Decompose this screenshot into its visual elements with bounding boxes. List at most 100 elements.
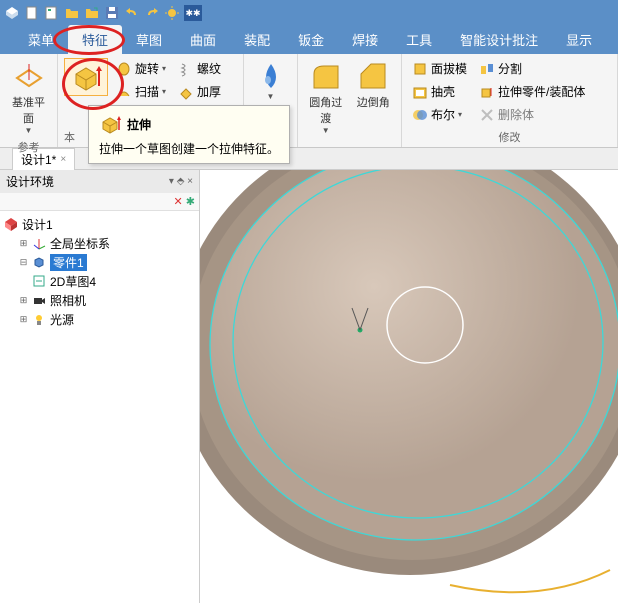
extrude-button[interactable] [64,58,108,96]
tree-camera[interactable]: ⊞ 照相机 [4,291,195,310]
tree-root[interactable]: 设计1 [4,215,195,234]
tab-surface[interactable]: 曲面 [176,25,230,54]
sidebar-pin-controls[interactable]: ▾ ⬘ × [169,176,193,187]
fillet-button[interactable]: 圆角过渡 ▼ [304,58,348,137]
chamfer-label: 边倒角 [357,94,390,110]
viewport-3d[interactable] [200,170,618,603]
part-icon [32,255,47,270]
tab-sheetmetal[interactable]: 钣金 [284,25,338,54]
sidebar-tools[interactable]: ✕ ✱ [0,193,199,211]
chevron-down-icon: ▾ [162,64,166,73]
new-icon[interactable] [24,5,40,21]
sweep-label: 扫描 [135,83,159,100]
model-view [200,170,618,603]
delete-body-icon [479,107,495,123]
datum-plane-label: 基准平面 [9,94,49,126]
group-ref-label: 参考 [6,137,51,155]
sweep-button[interactable]: 扫描 ▾ [112,81,170,102]
face-draft-button[interactable]: 面拔模 [408,58,471,79]
pattern-icon[interactable]: ✱✱ [184,5,202,21]
chevron-down-icon: ▼ [25,126,33,135]
rotate-button[interactable]: 旋转 ▾ [112,58,170,79]
sweep-icon [116,84,132,100]
group-modify-label: 修改 [408,127,611,145]
folder-icon[interactable] [64,5,80,21]
app-icon[interactable] [4,5,20,21]
expander-icon[interactable]: ⊞ [18,238,29,249]
sketch-icon [32,274,47,289]
tab-menu[interactable]: 菜单 [14,25,68,54]
droplet-icon [255,60,287,92]
axis-icon [32,236,47,251]
recent-icon[interactable] [84,5,100,21]
tab-sketch[interactable]: 草图 [122,25,176,54]
sidebar-title: 设计环境 [6,173,54,190]
chevron-down-icon: ▼ [267,92,275,101]
thread-icon [178,61,194,77]
tab-display[interactable]: 显示 [552,25,606,54]
tree-part[interactable]: ⊟ 零件1 [4,253,195,272]
design-icon [4,217,19,232]
expander-icon[interactable]: ⊞ [18,314,29,325]
tooltip-title-text: 拉伸 [127,116,151,133]
tree-sketch[interactable]: 2D草图4 [4,272,195,291]
tree-light-label: 光源 [50,311,74,328]
tooltip-desc: 拉伸一个草图创建一个拉伸特征。 [99,140,279,157]
rotate-icon [116,61,132,77]
chamfer-icon [357,60,389,92]
tab-weld[interactable]: 焊接 [338,25,392,54]
sun-icon[interactable] [164,5,180,21]
tab-feature[interactable]: 特征 [68,25,122,54]
pull-part-button[interactable]: 拉伸零件/装配体 [475,81,589,102]
tree-light[interactable]: ⊞ 光源 [4,310,195,329]
close-icon[interactable]: × [60,154,66,165]
face-draft-icon [412,61,428,77]
rotate-label: 旋转 [135,60,159,77]
redo-icon[interactable] [144,5,160,21]
chevron-down-icon: ▾ [162,87,166,96]
thicken-button[interactable]: 加厚 [174,81,225,102]
shell-label: 抽壳 [431,83,455,100]
thread-button[interactable]: 螺纹 [174,58,225,79]
feature-tree: 设计1 ⊞ 全局坐标系 ⊟ 零件1 2D草图4 ⊞ 照相机 [0,211,199,333]
ribbon-tabs: 菜单 特征 草图 曲面 装配 钣金 焊接 工具 智能设计批注 显示 工程 [0,26,618,54]
delete-body-label: 删除体 [498,106,534,123]
group-reference: 基准平面 ▼ 参考 [0,54,58,147]
thread-label: 螺纹 [197,60,221,77]
tree-root-label: 设计1 [22,216,53,233]
tree-camera-label: 照相机 [50,292,86,309]
chamfer-button[interactable]: 边倒角 [352,58,396,112]
expander-icon[interactable]: ⊞ [18,295,29,306]
tooltip: 拉伸 拉伸一个草图创建一个拉伸特征。 [88,105,290,164]
split-button[interactable]: 分割 [475,58,589,79]
sidebar: 设计环境 ▾ ⬘ × ✕ ✱ 设计1 ⊞ 全局坐标系 ⊟ 零件1 2D [0,170,200,603]
tab-tools[interactable]: 工具 [392,25,446,54]
draft-button[interactable]: ▼ [250,58,291,103]
delete-body-button[interactable]: 删除体 [475,104,589,125]
quick-access-toolbar: ✱✱ [0,0,618,26]
expander-icon[interactable]: ⊟ [18,257,29,268]
pull-part-label: 拉伸零件/装配体 [498,83,585,100]
tab-eng[interactable]: 工程 [606,25,618,54]
bool-label: 布尔 [431,106,455,123]
tree-coord[interactable]: ⊞ 全局坐标系 [4,234,195,253]
chevron-down-icon: ▼ [322,126,330,135]
tree-part-label: 零件1 [50,254,87,271]
shell-button[interactable]: 抽壳 [408,81,471,102]
extrude-icon [99,112,123,136]
fillet-icon [310,60,342,92]
thicken-icon [178,84,194,100]
undo-icon[interactable] [124,5,140,21]
save-icon[interactable] [104,5,120,21]
open-icon[interactable] [44,5,60,21]
datum-plane-button[interactable]: 基准平面 ▼ [7,58,51,137]
datum-plane-icon [13,60,45,92]
extrude-icon [70,61,102,93]
main-area: 设计环境 ▾ ⬘ × ✕ ✱ 设计1 ⊞ 全局坐标系 ⊟ 零件1 2D [0,170,618,603]
camera-icon [32,293,47,308]
tab-assembly[interactable]: 装配 [230,25,284,54]
tab-smart[interactable]: 智能设计批注 [446,25,552,54]
chevron-down-icon: ▾ [458,110,462,119]
bool-button[interactable]: 布尔 ▾ [408,104,471,125]
group-edge-label [304,137,395,151]
